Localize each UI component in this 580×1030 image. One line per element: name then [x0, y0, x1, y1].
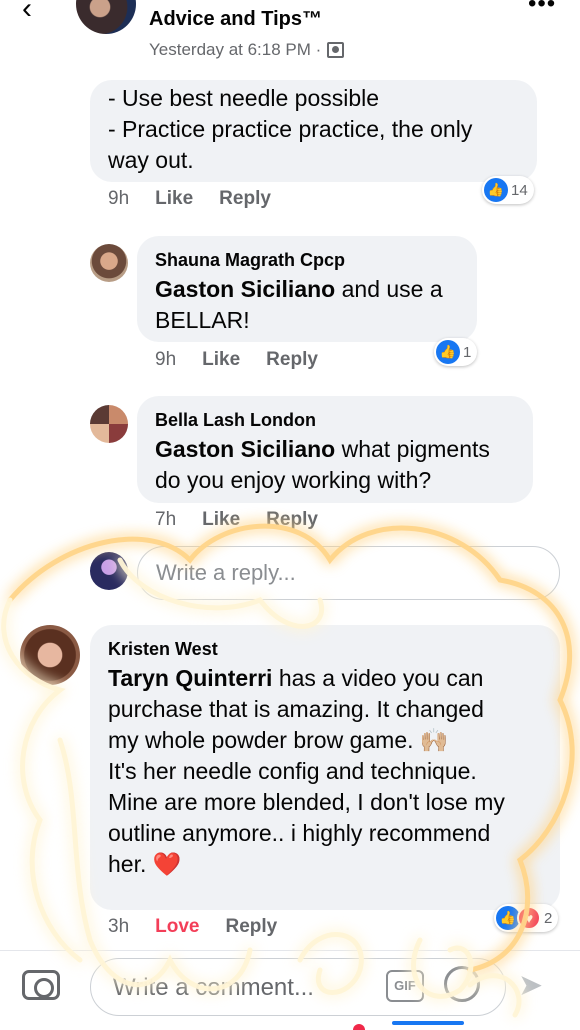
reaction-summary[interactable]: 👍 14 — [482, 176, 534, 204]
heart-emoji: ❤️ — [152, 851, 182, 877]
like-reaction-icon: 👍 — [484, 178, 508, 202]
avatar[interactable] — [20, 625, 80, 685]
like-button[interactable]: Like — [202, 509, 240, 531]
more-icon[interactable]: ••• — [528, 0, 556, 18]
love-reaction-icon: ♥ — [517, 906, 541, 930]
comment-time: 7h — [155, 509, 177, 530]
reply-button[interactable]: Reply — [219, 188, 271, 210]
comment-text: Taryn Quinterri has a video you can purc… — [108, 665, 505, 877]
comment-author[interactable]: Shauna Magrath Cpcp — [155, 250, 345, 271]
send-icon[interactable]: ➤ — [518, 968, 543, 1003]
gif-icon[interactable]: GIF — [386, 970, 424, 1002]
group-title[interactable]: Advice and Tips™ — [149, 8, 322, 31]
notification-dot — [353, 1024, 365, 1030]
post-time: Yesterday at 6:18 PM · — [149, 40, 322, 59]
reply-button[interactable]: Reply — [226, 916, 278, 938]
reaction-count: 14 — [511, 181, 528, 199]
comment-actions: 9h Like Reply — [155, 349, 318, 371]
avatar[interactable] — [90, 244, 128, 282]
mention-link[interactable]: Gaston Siciliano — [155, 436, 335, 462]
comment-author[interactable]: Bella Lash London — [155, 410, 316, 431]
reply-input[interactable]: Write a reply... — [137, 546, 560, 600]
reaction-count: 2 — [544, 909, 553, 927]
privacy-icon — [327, 42, 345, 58]
reaction-summary[interactable]: 👍 1 — [434, 338, 478, 366]
my-avatar — [90, 552, 128, 590]
mention-link[interactable]: Gaston Siciliano — [155, 276, 335, 302]
comment-time: 3h — [108, 916, 130, 937]
reply-button[interactable]: Reply — [266, 349, 318, 371]
reaction-summary[interactable]: 👍 ♥ 2 — [494, 904, 559, 932]
comment-actions: 9h Like Reply — [108, 188, 271, 210]
like-button[interactable]: Like — [202, 349, 240, 371]
tab-indicator — [392, 1021, 464, 1025]
camera-icon[interactable] — [22, 970, 60, 1000]
love-button[interactable]: Love — [155, 916, 199, 938]
reaction-count: 1 — [463, 343, 472, 361]
comment-actions: 7h Like Reply — [155, 509, 318, 531]
comment-author[interactable]: Kristen West — [108, 639, 218, 660]
comment-time: 9h — [108, 188, 130, 209]
like-button[interactable]: Like — [155, 188, 193, 210]
comment-text: Gaston Siciliano and use a BELLAR! — [155, 276, 443, 333]
back-icon[interactable]: ‹ — [22, 0, 32, 24]
reply-button[interactable]: Reply — [266, 509, 318, 531]
comment-text: - Use best needle possible - Practice pr… — [108, 85, 473, 173]
emoji-icon[interactable] — [444, 966, 480, 1002]
like-reaction-icon: 👍 — [436, 340, 460, 364]
avatar[interactable] — [90, 405, 128, 443]
comment-actions: 3h Love Reply — [108, 916, 277, 938]
raised-hands-emoji: 🙌🏼 — [419, 727, 449, 753]
mention-link[interactable]: Taryn Quinterri — [108, 665, 272, 691]
post-timestamp: Yesterday at 6:18 PM · — [149, 40, 345, 60]
comment-time: 9h — [155, 349, 177, 370]
comment-text: Gaston Siciliano what pigments do you en… — [155, 436, 490, 493]
group-avatar[interactable] — [76, 0, 136, 34]
